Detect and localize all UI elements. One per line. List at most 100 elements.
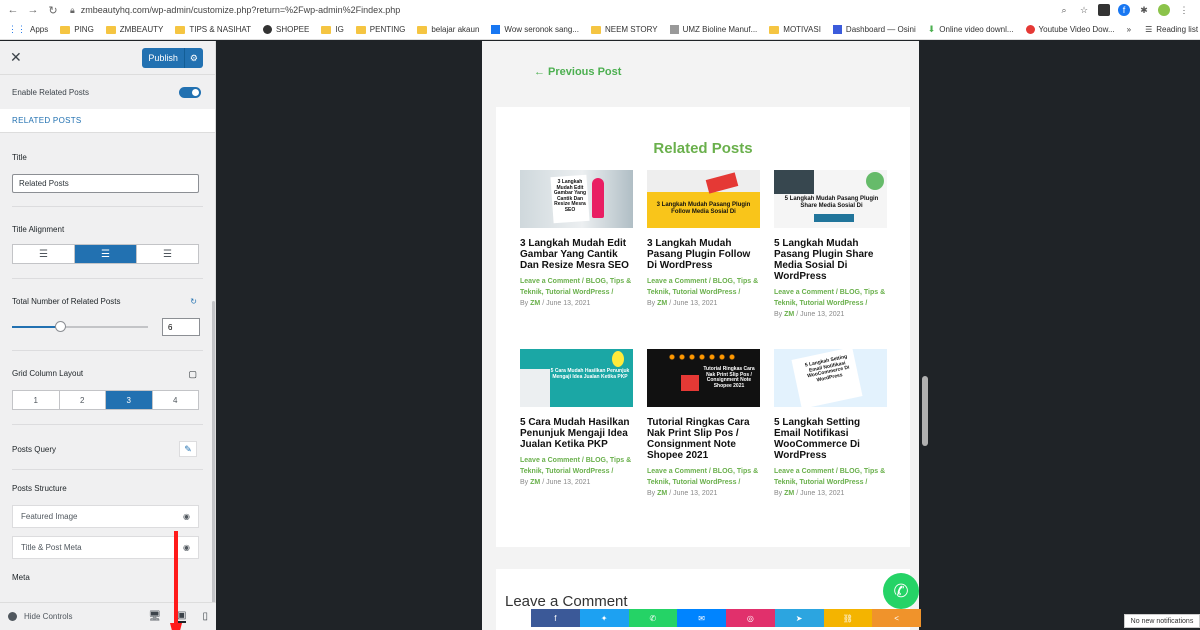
share-more-icon[interactable]: < [872,609,921,627]
bookmark-item[interactable]: PING [60,25,94,34]
slider-track[interactable] [12,321,148,332]
responsive-icon[interactable]: ▢ [188,369,197,380]
related-post-card[interactable]: 5 Langkah Mudah Pasang Plugin Share Medi… [774,170,887,321]
post-thumbnail[interactable]: 5 Langkah Mudah Pasang Plugin Share Medi… [774,170,887,228]
folder-icon [417,25,428,34]
align-left-button[interactable]: ☰ [13,245,75,263]
bookmark-item[interactable]: ⬇ Online video downl... [928,24,1014,35]
align-center-button[interactable]: ☰ [75,245,137,263]
post-title[interactable]: 3 Langkah Mudah Edit Gambar Yang Cantik … [520,238,633,271]
total-posts-input[interactable]: 6 [162,318,200,336]
reading-list-button[interactable]: ☰ Reading list [1145,25,1198,34]
folder-icon [769,25,780,34]
menu-icon[interactable]: ⋮ [1178,4,1190,16]
bookmark-apps[interactable]: ⋮⋮ Apps [8,24,48,35]
site-icon [832,25,842,34]
desktop-preview-icon[interactable]: 🖥︎ [148,611,161,622]
copy-link-icon[interactable]: ⛓ [823,609,873,627]
instagram-share-icon[interactable]: ◎ [726,609,775,627]
post-thumbnail[interactable]: 3 Langkah Mudah Pasang Plugin Follow Med… [647,170,760,228]
post-title[interactable]: 5 Cara Mudah Hasilkan Penunjuk Mengaji I… [520,417,633,450]
grid-option-4[interactable]: 4 [153,391,199,409]
publish-button[interactable]: Publish ⚙ [142,47,203,68]
eye-icon[interactable]: ◉ [183,543,190,552]
hide-controls-icon[interactable] [8,612,17,621]
messenger-share-icon[interactable]: ✉ [677,609,726,627]
back-icon[interactable]: ← [6,3,20,17]
telegram-share-icon[interactable]: ➤ [774,609,824,627]
total-posts-label: Total Number of Related Posts [12,297,121,306]
related-post-card[interactable]: 3 Langkah Mudah Pasang Plugin Follow Med… [647,170,760,310]
title-label: Title [12,153,27,162]
forward-icon[interactable]: → [26,3,40,17]
related-post-card[interactable]: 5 Langkah Setting Email Notifikasi WooCo… [774,349,887,500]
bookmark-item[interactable]: belajar akaun [417,25,479,34]
slider-fill [12,326,60,328]
search-icon[interactable]: ⌕ [1058,4,1070,16]
thumbnail-caption: 3 Langkah Mudah Pasang Plugin Follow Med… [656,202,751,215]
post-thumbnail[interactable]: 5 Langkah Setting Email Notifikasi WooCo… [774,349,887,407]
preview-scrollbar[interactable] [922,376,928,446]
globe-icon [263,25,272,34]
hide-controls-button[interactable]: Hide Controls [24,612,72,621]
title-alignment-control: ☰ ☰ ☰ [12,244,199,264]
related-post-card[interactable]: Tutorial Ringkas Cara Nak Print Slip Pos… [647,349,760,500]
bookmark-item[interactable]: UMZ Bioline Manuf... [669,25,757,34]
thumbnail-bulb [612,351,624,367]
extension-icon[interactable] [1098,4,1110,16]
star-icon[interactable]: ☆ [1078,4,1090,16]
post-title[interactable]: 5 Langkah Setting Email Notifikasi WooCo… [774,417,887,461]
mobile-preview-icon[interactable]: ▯ [202,611,208,622]
post-thumbnail[interactable]: 5 Cara Mudah Hasilkan Penunjuk Mengaji I… [520,349,633,407]
facebook-icon[interactable]: f [1118,4,1130,16]
bookmark-item[interactable]: Youtube Video Dow... [1025,25,1115,34]
puzzle-icon[interactable]: ✱ [1138,4,1150,16]
wordpress-logo [814,214,854,222]
post-title[interactable]: 3 Langkah Mudah Pasang Plugin Follow Di … [647,238,760,271]
twitter-share-icon[interactable]: ✦ [579,609,629,627]
structure-item-featured-image[interactable]: Featured Image ◉ [12,505,199,528]
more-bookmarks-button[interactable]: » [1127,25,1131,34]
grid-option-3[interactable]: 3 [106,391,153,409]
related-post-card[interactable]: 5 Cara Mudah Hasilkan Penunjuk Mengaji I… [520,349,633,489]
post-meta: Leave a Comment / BLOG, Tips & Teknik, T… [520,457,632,487]
whatsapp-share-icon[interactable]: ✆ [628,609,678,627]
previous-post-link[interactable]: ← Previous Post [534,66,621,78]
bookmark-item[interactable]: IG [321,25,344,34]
bookmark-item[interactable]: SHOPEE [263,25,309,34]
bookmark-item[interactable]: NEEM STORY [590,25,658,34]
gear-icon[interactable]: ⚙ [183,47,203,68]
bookmark-item[interactable]: Dashboard — Osini [832,25,916,34]
grid-option-2[interactable]: 2 [60,391,106,409]
facebook-icon [491,25,501,34]
reset-icon[interactable]: ↻ [190,297,197,306]
address-bar[interactable]: 🔒︎ zmbeautyhq.com/wp-admin/customize.php… [70,5,1058,16]
bookmark-item[interactable]: Wow seronok sang... [491,25,579,34]
bookmark-item[interactable]: TIPS & NASIHAT [175,25,251,34]
bookmark-item[interactable]: MOTIVASI [769,25,821,34]
thumbnail-phone [774,170,814,194]
posts-structure-label: Posts Structure [12,484,67,493]
post-title[interactable]: 5 Langkah Mudah Pasang Plugin Share Medi… [774,238,887,282]
grid-option-1[interactable]: 1 [13,391,60,409]
title-input[interactable]: Related Posts [12,174,199,193]
edit-icon[interactable]: ✎ [179,441,197,457]
post-thumbnail[interactable]: Tutorial Ringkas Cara Nak Print Slip Pos… [647,349,760,407]
related-post-card[interactable]: 3 Langkah Mudah Edit Gambar Yang Cantik … [520,170,633,310]
close-icon[interactable]: ✕ [10,49,22,66]
bookmark-item[interactable]: PENTING [355,25,405,34]
panel-scrollbar[interactable] [212,301,215,630]
facebook-share-icon[interactable]: f [531,609,580,627]
align-right-button[interactable]: ☰ [137,245,198,263]
bookmark-item[interactable]: ZMBEAUTY [105,25,163,34]
posts-query-row: Posts Query ✎ [0,441,215,457]
post-thumbnail[interactable]: 3 Langkah Mudah Edit Gambar Yang Cantik … [520,170,633,228]
post-title[interactable]: Tutorial Ringkas Cara Nak Print Slip Pos… [647,417,760,461]
avatar[interactable] [1158,4,1170,16]
enable-related-posts-toggle[interactable] [179,86,201,98]
site-icon [1025,25,1035,34]
whatsapp-icon[interactable]: ✆ [883,573,919,609]
reload-icon[interactable]: ↻ [46,3,60,17]
slider-handle[interactable] [54,321,66,332]
eye-icon[interactable]: ◉ [183,512,190,521]
